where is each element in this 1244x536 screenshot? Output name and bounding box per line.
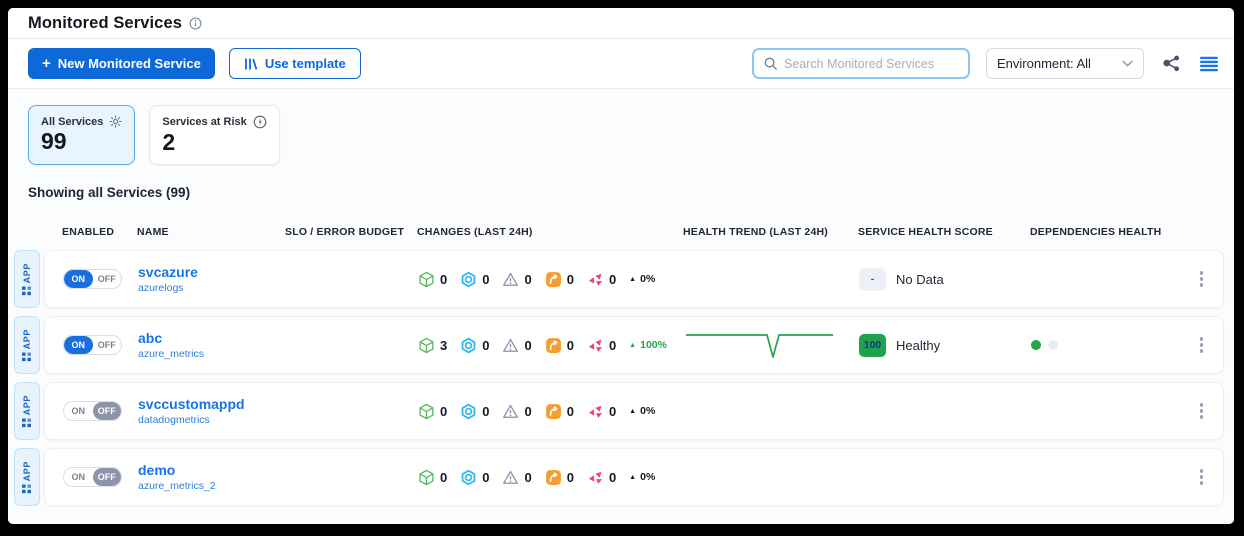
service-type-badge: APP — [14, 316, 40, 374]
config-hexagon-icon — [460, 271, 477, 288]
health-score-label: No Data — [896, 272, 944, 287]
bolt-icon — [253, 115, 267, 129]
service-subtitle: azure_metrics — [138, 348, 286, 360]
use-template-button[interactable]: Use template — [229, 48, 361, 79]
service-name-link[interactable]: abc — [138, 330, 286, 346]
app-window: Monitored Services + New Monitored Servi… — [8, 8, 1234, 524]
toolbar: + New Monitored Service Use template Env… — [8, 39, 1234, 89]
fork-arrows-icon — [587, 403, 604, 420]
table-row: APP ONOFF abc azure_metrics 3 0 0 0 0 ▲1… — [14, 316, 1224, 374]
warning-triangle-icon — [502, 469, 519, 486]
gear-icon — [109, 115, 122, 128]
feature-flag-icon — [545, 469, 562, 486]
enabled-toggle[interactable]: ONOFF — [63, 335, 122, 355]
health-score-badge: - — [859, 268, 886, 291]
service-subtitle: azurelogs — [138, 282, 286, 294]
col-header-slo: SLO / ERROR BUDGET — [285, 226, 417, 238]
enabled-toggle[interactable]: ONOFF — [63, 401, 122, 421]
row-menu-button[interactable] — [1196, 399, 1208, 423]
feature-flag-icon — [545, 403, 562, 420]
page-header: Monitored Services — [8, 8, 1234, 39]
app-grid-icon — [23, 286, 32, 295]
content-area: All Services 99 Services at R — [8, 89, 1234, 524]
service-type-badge: APP — [14, 448, 40, 506]
showing-services-text: Showing all Services (99) — [28, 185, 1224, 200]
search-input[interactable] — [784, 57, 959, 71]
col-header-score: SERVICE HEALTH SCORE — [858, 226, 1030, 238]
feature-flag-icon — [545, 271, 562, 288]
health-trend-sparkline — [684, 326, 836, 360]
topology-graph-icon — [1162, 54, 1181, 73]
feature-flag-icon — [545, 337, 562, 354]
col-header-name: NAME — [137, 226, 285, 238]
config-hexagon-icon — [460, 469, 477, 486]
plus-icon: + — [42, 55, 51, 72]
new-monitored-service-button[interactable]: + New Monitored Service — [28, 48, 215, 79]
warning-triangle-icon — [502, 337, 519, 354]
row-menu-button[interactable] — [1196, 267, 1208, 291]
table-row: APP ONOFF demo azure_metrics_2 0 0 0 0 0… — [14, 448, 1224, 506]
warning-triangle-icon — [502, 403, 519, 420]
page-title: Monitored Services — [28, 14, 182, 33]
table-row: APP ONOFF svccustomappd datadogmetrics 0… — [14, 382, 1224, 440]
dependency-healthy-dot — [1031, 340, 1041, 350]
table-header: ENABLED NAME SLO / ERROR BUDGET CHANGES … — [62, 226, 1224, 238]
app-grid-icon — [23, 352, 32, 361]
service-name-link[interactable]: demo — [138, 462, 286, 478]
fork-arrows-icon — [587, 337, 604, 354]
col-header-deps: DEPENDENCIES HEALTH — [1030, 226, 1150, 238]
config-hexagon-icon — [460, 337, 477, 354]
deployment-cube-icon — [418, 403, 435, 420]
chevron-down-icon — [1122, 60, 1133, 67]
enabled-toggle[interactable]: ONOFF — [63, 269, 122, 289]
row-menu-button[interactable] — [1196, 465, 1208, 489]
service-type-badge: APP — [14, 382, 40, 440]
deployment-cube-icon — [418, 271, 435, 288]
search-box — [752, 48, 970, 79]
col-header-changes: CHANGES (LAST 24H) — [417, 226, 683, 238]
service-name-link[interactable]: svccustomappd — [138, 396, 286, 412]
trend-up-icon: ▲ — [629, 276, 636, 283]
service-name-link[interactable]: svcazure — [138, 264, 286, 280]
row-menu-button[interactable] — [1196, 333, 1208, 357]
info-icon[interactable] — [189, 17, 202, 30]
services-at-risk-card[interactable]: Services at Risk 2 — [149, 105, 279, 165]
list-view-icon — [1200, 56, 1218, 72]
deployment-cube-icon — [418, 337, 435, 354]
fork-arrows-icon — [587, 271, 604, 288]
table-row: APP ONOFF svcazure azurelogs 0 0 0 0 0 ▲… — [14, 250, 1224, 308]
config-hexagon-icon — [460, 403, 477, 420]
trend-up-icon: ▲ — [629, 408, 636, 415]
list-view-button[interactable] — [1198, 53, 1220, 75]
service-subtitle: datadogmetrics — [138, 414, 286, 426]
search-icon — [763, 56, 778, 71]
service-type-badge: APP — [14, 250, 40, 308]
template-library-icon — [244, 57, 258, 71]
enabled-toggle[interactable]: ONOFF — [63, 467, 122, 487]
deployment-cube-icon — [418, 469, 435, 486]
trend-up-icon: ▲ — [629, 474, 636, 481]
services-at-risk-count: 2 — [162, 131, 266, 154]
col-header-trend: HEALTH TREND (LAST 24H) — [683, 226, 858, 238]
health-score-label: Healthy — [896, 338, 940, 353]
app-grid-icon — [23, 484, 32, 493]
warning-triangle-icon — [502, 271, 519, 288]
col-header-enabled: ENABLED — [62, 226, 137, 238]
trend-up-icon: ▲ — [629, 342, 636, 349]
service-subtitle: azure_metrics_2 — [138, 480, 286, 492]
all-services-card[interactable]: All Services 99 — [28, 105, 135, 165]
app-grid-icon — [23, 418, 32, 427]
dependency-nodata-dot — [1048, 340, 1058, 350]
fork-arrows-icon — [587, 469, 604, 486]
all-services-count: 99 — [41, 130, 122, 153]
environment-filter-select[interactable]: Environment: All — [986, 48, 1144, 79]
topology-view-button[interactable] — [1160, 53, 1182, 75]
health-score-badge: 100 — [859, 334, 886, 357]
